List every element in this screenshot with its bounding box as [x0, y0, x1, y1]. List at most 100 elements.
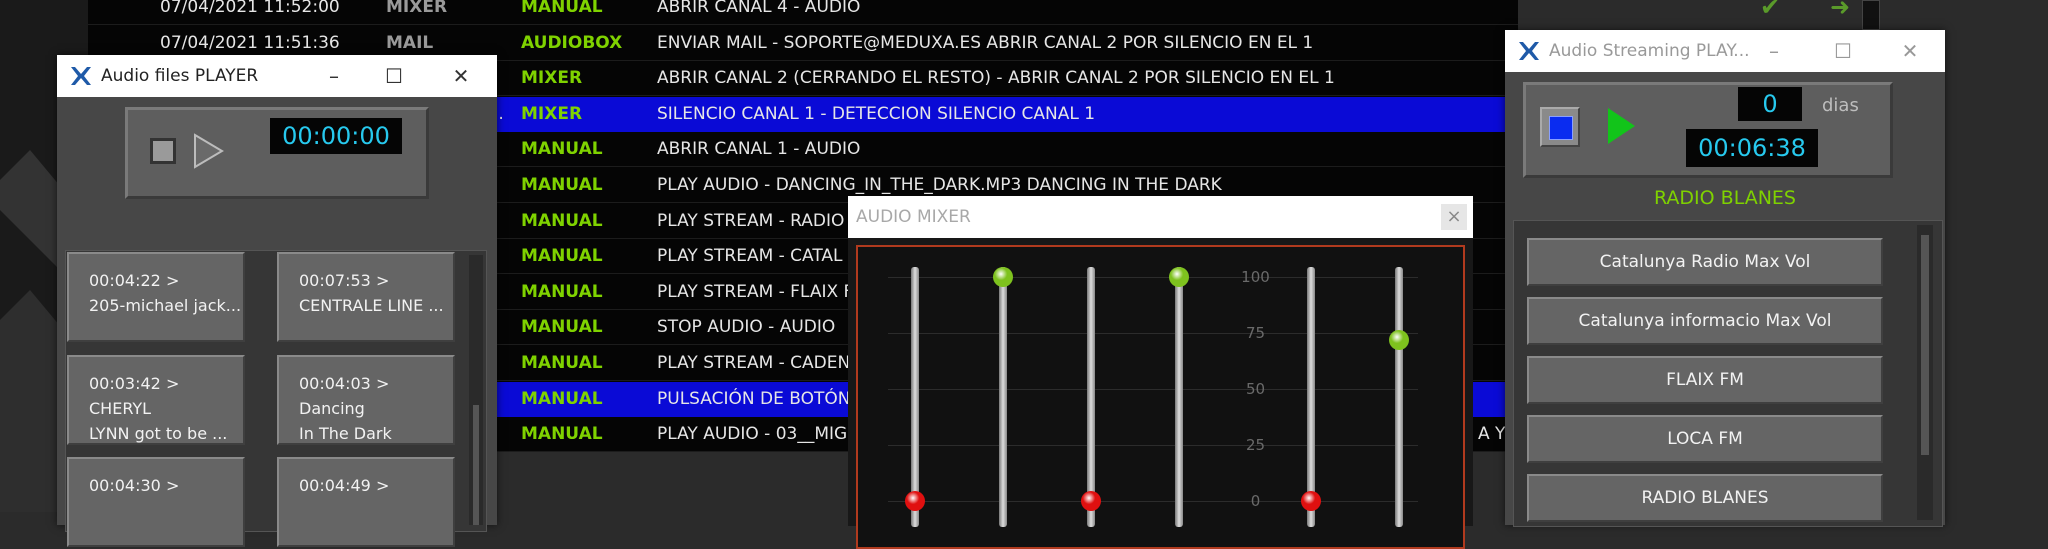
file-duration: 00:07:53 >: [299, 271, 390, 290]
fader-knob[interactable]: [1081, 491, 1101, 511]
log-type: MIXER: [521, 103, 583, 124]
audio-file-button[interactable]: 00:03:42 > CHERYL LYNN got to be ...: [67, 355, 245, 445]
log-truncated-suffix: A Y: [1478, 424, 1506, 445]
stream-station-button[interactable]: Catalunya informacio Max Vol: [1527, 297, 1883, 345]
log-type: MIXER: [521, 68, 583, 89]
mixer-level-tick: 75: [1245, 324, 1266, 342]
days-display: 0: [1738, 87, 1802, 121]
log-row[interactable]: 07/04/2021 11:52:00 MIXER MANUAL ABRIR CANA…: [88, 0, 1518, 25]
player-controls-panel: 00:00:00: [125, 107, 429, 199]
audio-mixer-window: AUDIO MIXER × 100 75 50 25 0: [848, 196, 1473, 549]
file-duration: 00:04:30 >: [89, 476, 180, 495]
title-bar: Audio files PLAYER – ☐ ✕: [57, 55, 497, 97]
maximize-button[interactable]: ☐: [374, 61, 414, 91]
log-description: PULSACIÓN DE BOTÓN: [657, 388, 851, 409]
fader-knob[interactable]: [1389, 329, 1409, 350]
log-type: AUDIOBOX: [521, 32, 623, 53]
maximize-button[interactable]: ☐: [1823, 36, 1863, 66]
log-description: ABRIR CANAL 2 (CERRANDO EL RESTO) - ABRI…: [657, 68, 1335, 89]
file-title: CENTRALE LINE ...: [299, 296, 444, 315]
arrow-right-icon[interactable]: ➜: [1830, 0, 1860, 20]
window-title: AUDIO MIXER: [856, 207, 971, 227]
mixer-grid-line: [888, 501, 1418, 502]
file-title: In The Dark: [299, 424, 392, 443]
play-button[interactable]: [190, 132, 226, 170]
mixer-level-tick: 50: [1245, 380, 1266, 398]
log-description: STOP AUDIO - AUDIO: [657, 317, 836, 338]
log-description: PLAY STREAM - RADIO: [657, 210, 845, 231]
mixer-level-tick: 100: [1241, 268, 1270, 286]
minimize-button[interactable]: –: [1754, 36, 1794, 66]
log-description: PLAY STREAM - CATAL: [657, 246, 843, 267]
log-origin: MIXER: [386, 0, 448, 17]
file-duration: 00:04:22 >: [89, 271, 180, 290]
log-description: PLAY STREAM - CADEN: [657, 353, 851, 373]
file-duration: 00:03:42 > CHERYL: [89, 374, 180, 418]
fader-track[interactable]: [1307, 267, 1315, 527]
log-type: MANUAL: [521, 210, 603, 231]
file-title: LYNN got to be ...: [89, 424, 228, 443]
log-description: ABRIR CANAL 4 - AUDIO: [657, 0, 861, 17]
log-type: MANUAL: [521, 246, 603, 267]
title-bar: Audio Streaming PLAY... – ☐ ✕: [1505, 30, 1945, 72]
mixer-level-tick: 25: [1245, 436, 1266, 454]
days-label: dias: [1822, 95, 1859, 116]
stream-station-button[interactable]: FLAIX FM: [1527, 356, 1883, 404]
audio-files-player-window: Audio files PLAYER – ☐ ✕ 00:00:00 00:04:…: [57, 55, 497, 547]
log-type: MANUAL: [521, 424, 603, 445]
window-title: Audio files PLAYER: [101, 66, 259, 86]
mixer-faders-panel: 100 75 50 25 0: [856, 245, 1465, 549]
stream-list-scrollbar[interactable]: [1917, 225, 1933, 520]
audio-file-button[interactable]: 00:04:03 > Dancing In The Dark: [277, 355, 455, 445]
audio-file-button[interactable]: 00:04:30 >: [67, 457, 245, 547]
log-type: MANUAL: [521, 175, 603, 195]
mixer-grid-line: [888, 389, 1418, 390]
fader-track[interactable]: [1175, 267, 1183, 527]
log-type: MANUAL: [521, 281, 603, 302]
title-bar: AUDIO MIXER ×: [848, 196, 1473, 238]
fader-knob[interactable]: [1301, 491, 1321, 511]
stream-station-button[interactable]: LOCA FM: [1527, 415, 1883, 463]
close-button[interactable]: ✕: [441, 61, 481, 91]
play-button[interactable]: [1604, 105, 1638, 147]
stop-button[interactable]: [150, 138, 176, 164]
mixer-level-tick: 0: [1250, 492, 1261, 510]
stream-station-button[interactable]: RADIO BLANES: [1527, 474, 1883, 522]
log-description: PLAY AUDIO - 03__MIG: [657, 424, 848, 445]
stream-station-button[interactable]: Catalunya Radio Max Vol: [1527, 238, 1883, 286]
file-duration: 00:04:03 > Dancing: [299, 374, 390, 418]
fader-knob[interactable]: [1169, 267, 1189, 287]
log-description: PLAY STREAM - FLAIX F: [657, 281, 854, 302]
stop-button[interactable]: [1540, 107, 1580, 147]
log-type: MANUAL: [521, 388, 603, 409]
mixer-grid-line: [888, 445, 1418, 446]
stream-controls-panel: 0 dias 00:06:38: [1523, 82, 1893, 178]
log-description: ABRIR CANAL 1 - AUDIO: [657, 139, 861, 160]
file-list-scrollbar[interactable]: [469, 255, 483, 525]
audio-file-button[interactable]: 00:07:53 > CENTRALE LINE ...: [277, 252, 455, 342]
log-type: MANUAL: [521, 139, 603, 160]
minimize-button[interactable]: –: [314, 61, 354, 91]
log-description: ENVIAR MAIL - SOPORTE@MEDUXA.ES ABRIR CA…: [657, 32, 1314, 53]
fader-track[interactable]: [1395, 267, 1403, 527]
audio-file-button[interactable]: 00:04:22 > 205-michael jack...: [67, 252, 245, 342]
station-name: RADIO BLANES: [1654, 187, 1796, 209]
audio-file-button[interactable]: 00:04:49 >: [277, 457, 455, 547]
file-duration: 00:04:49 >: [299, 476, 390, 495]
fader-knob[interactable]: [905, 491, 925, 511]
audio-streaming-player-window: Audio Streaming PLAY... – ☐ ✕ 0 dias 00:…: [1505, 30, 1945, 527]
log-type: MANUAL: [521, 317, 603, 338]
mixer-grid-line: [888, 277, 1418, 278]
window-title: Audio Streaming PLAY...: [1549, 41, 1750, 61]
close-button[interactable]: ✕: [1890, 36, 1930, 66]
fader-knob[interactable]: [993, 267, 1013, 287]
app-logo-icon: [1519, 42, 1539, 60]
fader-track[interactable]: [999, 267, 1007, 527]
fader-track[interactable]: [911, 267, 919, 527]
close-button[interactable]: ×: [1441, 204, 1467, 230]
fader-track[interactable]: [1087, 267, 1095, 527]
log-scrollbar[interactable]: [1862, 0, 1880, 30]
log-description: SILENCIO CANAL 1 - DETECCION SILENCIO CA…: [657, 103, 1096, 124]
mixer-grid-line: [888, 333, 1418, 334]
check-icon[interactable]: ✔: [1760, 0, 1790, 20]
